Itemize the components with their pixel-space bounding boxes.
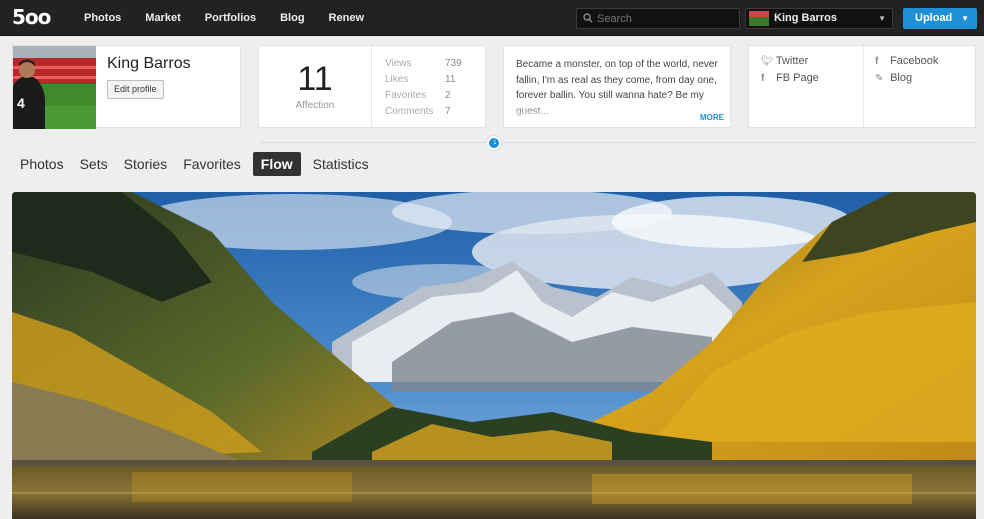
header-divider bbox=[259, 142, 976, 143]
profile-tabs: Photos Sets Stories Favorites Flow Stati… bbox=[12, 152, 377, 176]
nav-photos[interactable]: Photos bbox=[72, 0, 133, 36]
nav-portfolios[interactable]: Portfolios bbox=[193, 0, 268, 36]
blog-link[interactable]: ✎ Blog bbox=[875, 72, 912, 84]
upload-button-label: Upload bbox=[915, 12, 953, 24]
pencil-icon: ✎ bbox=[875, 73, 884, 84]
affection-label: Affection bbox=[295, 100, 335, 111]
stat-label: Views bbox=[385, 58, 412, 69]
affection-count: 11 bbox=[297, 60, 333, 98]
stat-comments: Comments 7 bbox=[385, 106, 475, 117]
stat-label: Likes bbox=[385, 74, 409, 85]
stats-card: 11 Affection Views 739 Likes 11 Favorite… bbox=[258, 45, 486, 129]
about-fade bbox=[504, 104, 730, 127]
stat-value: 7 bbox=[445, 106, 451, 117]
stat-label: Favorites bbox=[385, 90, 427, 101]
stat-favorites: Favorites 2 bbox=[385, 90, 475, 101]
twitter-icon: 🐦︎ bbox=[761, 56, 774, 67]
svg-text:4: 4 bbox=[17, 95, 25, 111]
top-navigation-bar: 5oo Photos Market Portfolios Blog Renew … bbox=[0, 0, 984, 36]
chevron-down-icon[interactable]: ▼ bbox=[961, 14, 969, 23]
twitter-link[interactable]: 🐦︎ Twitter bbox=[761, 55, 808, 67]
stat-value: 11 bbox=[445, 74, 456, 85]
chevron-down-icon: ▼ bbox=[878, 14, 886, 23]
tab-statistics[interactable]: Statistics bbox=[305, 152, 377, 176]
stat-views: Views 739 bbox=[385, 58, 475, 69]
profile-avatar[interactable]: 4 bbox=[13, 46, 96, 129]
facebook-icon: f bbox=[875, 56, 879, 67]
tab-favorites[interactable]: Favorites bbox=[175, 152, 249, 176]
stat-value: 2 bbox=[445, 90, 451, 101]
fb-page-link[interactable]: f FB Page bbox=[761, 72, 819, 84]
profile-card: 4 King Barros Edit profile bbox=[12, 45, 241, 129]
about-card: Became a monster, on top of the world, n… bbox=[503, 45, 731, 128]
twitter-link-label: Twitter bbox=[775, 55, 809, 67]
facebook-link-label: Facebook bbox=[890, 55, 939, 67]
profile-name: King Barros bbox=[107, 55, 191, 72]
user-menu[interactable]: King Barros ▼ bbox=[745, 8, 893, 29]
tab-sets[interactable]: Sets bbox=[72, 152, 116, 176]
stat-label: Comments bbox=[385, 106, 434, 117]
search-icon bbox=[583, 13, 593, 23]
search-input[interactable] bbox=[597, 10, 735, 27]
about-more-link[interactable]: MORE bbox=[700, 113, 724, 122]
facebook-link[interactable]: f Facebook bbox=[875, 55, 938, 67]
stat-likes: Likes 11 bbox=[385, 74, 475, 85]
nav-blog[interactable]: Blog bbox=[268, 0, 316, 36]
featured-photo[interactable] bbox=[12, 192, 976, 519]
facebook-icon: f bbox=[761, 73, 765, 84]
main-nav: Photos Market Portfolios Blog Renew bbox=[72, 0, 376, 36]
fb-page-link-label: FB Page bbox=[776, 72, 819, 84]
expand-profile-button[interactable]: ↓ bbox=[487, 136, 501, 150]
site-logo[interactable]: 5oo bbox=[12, 5, 51, 29]
social-links-card: 🐦︎ Twitter f FB Page f Facebook ✎ Blog bbox=[748, 45, 976, 129]
blog-link-label: Blog bbox=[890, 72, 913, 84]
stats-divider bbox=[371, 46, 372, 129]
links-divider bbox=[863, 46, 864, 129]
search-box bbox=[576, 8, 740, 29]
upload-button[interactable]: Upload ▼ bbox=[903, 8, 977, 29]
stat-value: 739 bbox=[445, 58, 462, 69]
edit-profile-button[interactable]: Edit profile bbox=[107, 80, 164, 99]
tab-stories[interactable]: Stories bbox=[116, 152, 176, 176]
nav-market[interactable]: Market bbox=[133, 0, 192, 36]
user-avatar bbox=[749, 11, 769, 26]
nav-renew[interactable]: Renew bbox=[317, 0, 376, 36]
arrow-down-icon: ↓ bbox=[492, 136, 498, 146]
tab-photos[interactable]: Photos bbox=[12, 152, 72, 176]
tab-flow[interactable]: Flow bbox=[252, 152, 301, 176]
user-menu-name: King Barros bbox=[774, 12, 837, 24]
